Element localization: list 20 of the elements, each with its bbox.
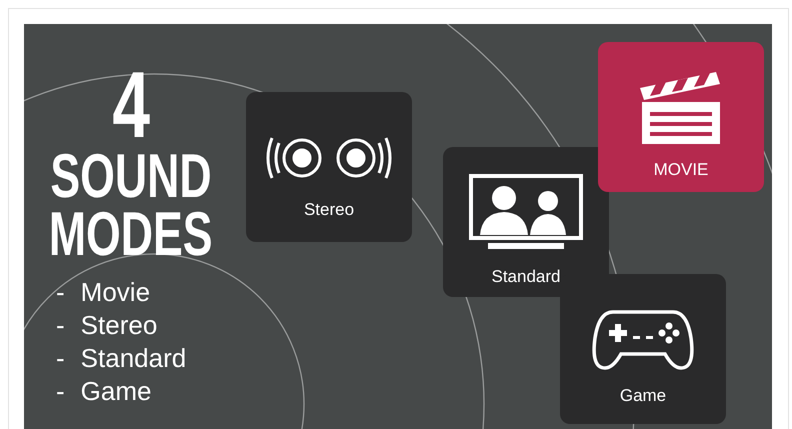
tile-label: Standard: [492, 267, 560, 287]
bullet-dash: -: [56, 279, 65, 306]
mode-list-item: Stereo: [80, 312, 158, 339]
headline-text: SOUND: [50, 148, 212, 206]
headline-text: MODES: [49, 206, 213, 263]
headline-text: 4: [112, 62, 150, 148]
mode-tile[interactable]: Standard: [443, 147, 609, 297]
mode-list-item: Game: [80, 378, 152, 405]
tile-label: Stereo: [304, 200, 354, 220]
tile-label: MOVIE: [654, 160, 708, 180]
gamepad-icon: [591, 308, 695, 372]
mode-tile[interactable]: Game: [560, 274, 726, 424]
tile-label: Game: [620, 386, 666, 406]
mode-list-item: Movie: [80, 279, 150, 306]
bullet-dash: -: [56, 312, 65, 339]
bullet-dash: -: [56, 345, 65, 372]
mode-tile[interactable]: MOVIE: [598, 42, 764, 192]
mode-tile[interactable]: Stereo: [246, 92, 412, 242]
bullet-dash: -: [56, 378, 65, 405]
mode-list-item: Standard: [80, 345, 186, 372]
